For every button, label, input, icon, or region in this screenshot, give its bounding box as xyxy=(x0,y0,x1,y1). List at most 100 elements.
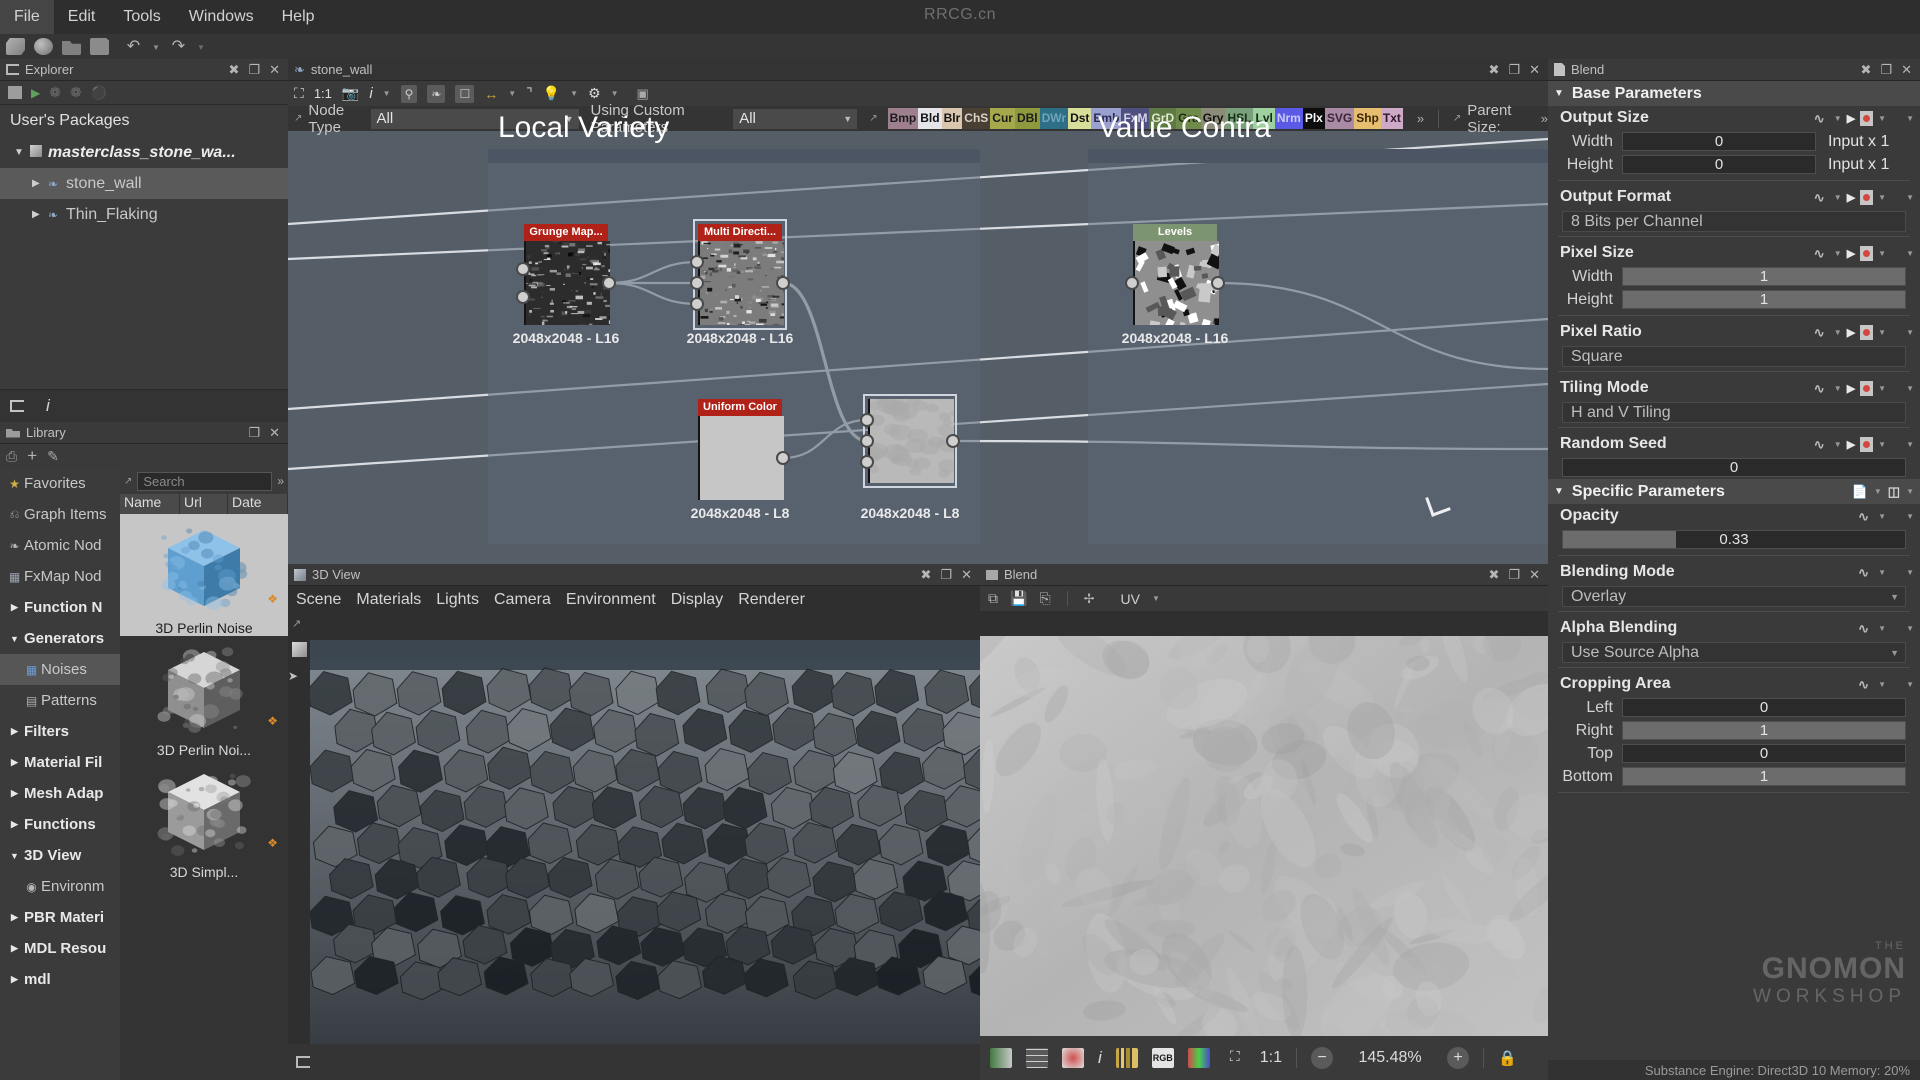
properties-section-specific-parameters[interactable]: ▼ Specific Parameters 📄 ▼ ◫ ▼ xyxy=(1548,479,1920,504)
alpha-icon[interactable] xyxy=(1062,1048,1084,1068)
function-curve-icon[interactable]: ∿ xyxy=(1858,510,1873,523)
node-input-port[interactable] xyxy=(516,290,530,304)
info-icon[interactable]: i xyxy=(1098,1048,1102,1068)
disclosure-arrow-icon[interactable]: ▼ xyxy=(5,634,24,644)
disclosure-arrow-icon[interactable]: ▶ xyxy=(5,819,24,830)
save-package-icon[interactable] xyxy=(90,38,109,55)
view3d-menu-materials[interactable]: Materials xyxy=(356,591,421,609)
disclosure-arrow-icon[interactable]: ▶ xyxy=(5,757,24,768)
new-mdl-icon[interactable] xyxy=(34,38,53,55)
close-icon[interactable]: ✕ xyxy=(1529,567,1540,583)
library-category-environm[interactable]: ◉ Environm xyxy=(0,871,120,902)
copy-image-icon[interactable]: ⧉ xyxy=(988,590,998,607)
library-category-pbr-materi[interactable]: ▶ PBR Materi xyxy=(0,902,120,933)
connection-dropdown-icon[interactable]: ▼ xyxy=(508,89,516,98)
chevron-down-icon[interactable]: ▼ xyxy=(1906,440,1914,449)
close-icon[interactable]: ✕ xyxy=(269,62,280,78)
grid-icon[interactable] xyxy=(1026,1048,1048,1068)
library-asset-2[interactable]: ❖ 3D Simpl... xyxy=(120,758,288,880)
export-image-icon[interactable]: ⎘ xyxy=(1039,590,1050,607)
chevron-down-icon[interactable]: ▼ xyxy=(1878,440,1886,449)
function-curve-icon[interactable]: ∿ xyxy=(1814,112,1829,125)
node-output-port[interactable] xyxy=(1211,276,1225,290)
close-icon[interactable]: ✕ xyxy=(961,567,972,583)
float-icon[interactable]: ❐ xyxy=(1880,62,1892,78)
library-category-noises[interactable]: ▦ Noises xyxy=(0,654,120,685)
menu-tools[interactable]: Tools xyxy=(109,0,174,34)
node-input-port[interactable] xyxy=(690,297,704,311)
graph-node-multidir[interactable]: Multi Directi... 2048x2048 - L16 xyxy=(698,224,782,325)
function-curve-icon[interactable]: ∿ xyxy=(1814,326,1829,339)
chevron-down-icon[interactable]: ▼ xyxy=(1906,328,1914,337)
disclosure-arrow-icon[interactable]: ▶ xyxy=(5,788,24,799)
view3d-viewport[interactable] xyxy=(310,640,980,1044)
lock-icon[interactable]: 🔒 xyxy=(1498,1049,1517,1067)
node-input-port[interactable] xyxy=(690,276,704,290)
info-tab-icon[interactable]: i xyxy=(46,396,50,416)
menu-help[interactable]: Help xyxy=(268,0,329,34)
chevron-down-icon[interactable]: ▼ xyxy=(1834,249,1842,258)
undo-icon[interactable]: ↶ xyxy=(124,38,143,55)
library-category-favorites[interactable]: ★ Favorites xyxy=(0,468,120,499)
package-c-icon[interactable]: ⚫ xyxy=(91,85,107,101)
float-icon[interactable]: ❐ xyxy=(1508,62,1520,78)
node-input-port[interactable] xyxy=(860,434,874,448)
library-category-patterns[interactable]: ▤ Patterns xyxy=(0,685,120,716)
chevron-down-icon[interactable]: ▼ xyxy=(1906,512,1914,521)
disclosure-arrow-icon[interactable]: ▶ xyxy=(5,912,24,923)
screenshot-icon[interactable]: 📷 xyxy=(342,85,359,102)
settings-dropdown-icon[interactable]: ▼ xyxy=(611,89,619,98)
link-tool-icon[interactable]: ❧ xyxy=(427,85,445,103)
library-column-url[interactable]: Url xyxy=(180,494,228,514)
field-input[interactable]: 1 xyxy=(1622,267,1906,286)
library-category-mdl-resou[interactable]: ▶ MDL Resou xyxy=(0,933,120,964)
view3d-menu-environment[interactable]: Environment xyxy=(566,591,656,609)
node-output-port[interactable] xyxy=(776,451,790,465)
pointer-icon[interactable]: ➤ xyxy=(288,669,310,683)
close-icon[interactable]: ✕ xyxy=(269,425,280,441)
field-input[interactable]: 0 xyxy=(1622,744,1906,763)
menu-edit[interactable]: Edit xyxy=(54,0,110,34)
function-curve-icon[interactable]: ∿ xyxy=(1814,438,1829,451)
pin-icon[interactable]: ✖ xyxy=(229,62,240,78)
chevron-down-icon[interactable]: ▼ xyxy=(1906,114,1914,123)
keyframe-icon[interactable] xyxy=(1860,246,1873,261)
light-dropdown-icon[interactable]: ▼ xyxy=(570,89,578,98)
float-icon[interactable]: ❐ xyxy=(248,62,260,78)
float-icon[interactable]: ❐ xyxy=(248,425,260,441)
menu-file[interactable]: File xyxy=(0,0,54,34)
library-category-fxmap-nod[interactable]: ▦ FxMap Nod xyxy=(0,561,120,592)
snapshot-icon[interactable]: ▣ xyxy=(637,86,649,102)
library-search-input[interactable]: Search xyxy=(137,472,272,491)
frame-tool-icon[interactable]: ☐ xyxy=(455,85,474,103)
rgb-icon[interactable]: RGB xyxy=(1152,1048,1174,1068)
field-input[interactable]: 1 xyxy=(1622,290,1906,309)
disclosure-arrow-icon[interactable]: ▼ xyxy=(14,147,30,158)
view3d-menu-scene[interactable]: Scene xyxy=(296,591,341,609)
pan-tool-icon[interactable]: ✢ xyxy=(1084,591,1095,607)
material-ball-icon[interactable] xyxy=(292,642,307,657)
library-asset-0[interactable]: ❖ 3D Perlin Noise xyxy=(120,514,288,636)
add-icon[interactable]: + xyxy=(27,446,37,466)
pin-icon[interactable]: ✖ xyxy=(1861,62,1872,78)
node-output-port[interactable] xyxy=(946,434,960,448)
play-icon[interactable]: ▶ xyxy=(1847,247,1855,260)
fit-view-icon[interactable]: ⛶ xyxy=(294,85,304,102)
graph-canvas[interactable]: Local Variety Value Contra Grunge Map... 2… xyxy=(288,109,1548,564)
chevron-down-icon[interactable]: ▼ xyxy=(1834,384,1842,393)
color-swatch-icon[interactable] xyxy=(990,1048,1012,1068)
explorer-item-1[interactable]: ▶ ❧ stone_wall xyxy=(0,168,288,199)
disclosure-arrow-icon[interactable]: ▶ xyxy=(5,943,24,954)
undo-dropdown-icon[interactable]: ▼ xyxy=(152,38,160,55)
keyframe-icon[interactable] xyxy=(1860,111,1873,126)
uv-dropdown-icon[interactable]: ▼ xyxy=(1152,594,1160,603)
chevron-down-icon[interactable]: ▼ xyxy=(1906,568,1914,577)
library-category-filters[interactable]: ▶ Filters xyxy=(0,716,120,747)
disclosure-arrow-icon[interactable]: ▼ xyxy=(5,851,24,861)
graph-node-levels[interactable]: Levels 2048x2048 - L16 xyxy=(1133,224,1217,325)
menu-windows[interactable]: Windows xyxy=(175,0,268,34)
zoom-out-button[interactable]: − xyxy=(1311,1047,1333,1069)
parameter-combobox[interactable]: Use Source Alpha ▼ xyxy=(1562,642,1906,663)
node-input-port[interactable] xyxy=(516,262,530,276)
function-curve-icon[interactable]: ∿ xyxy=(1858,678,1873,691)
